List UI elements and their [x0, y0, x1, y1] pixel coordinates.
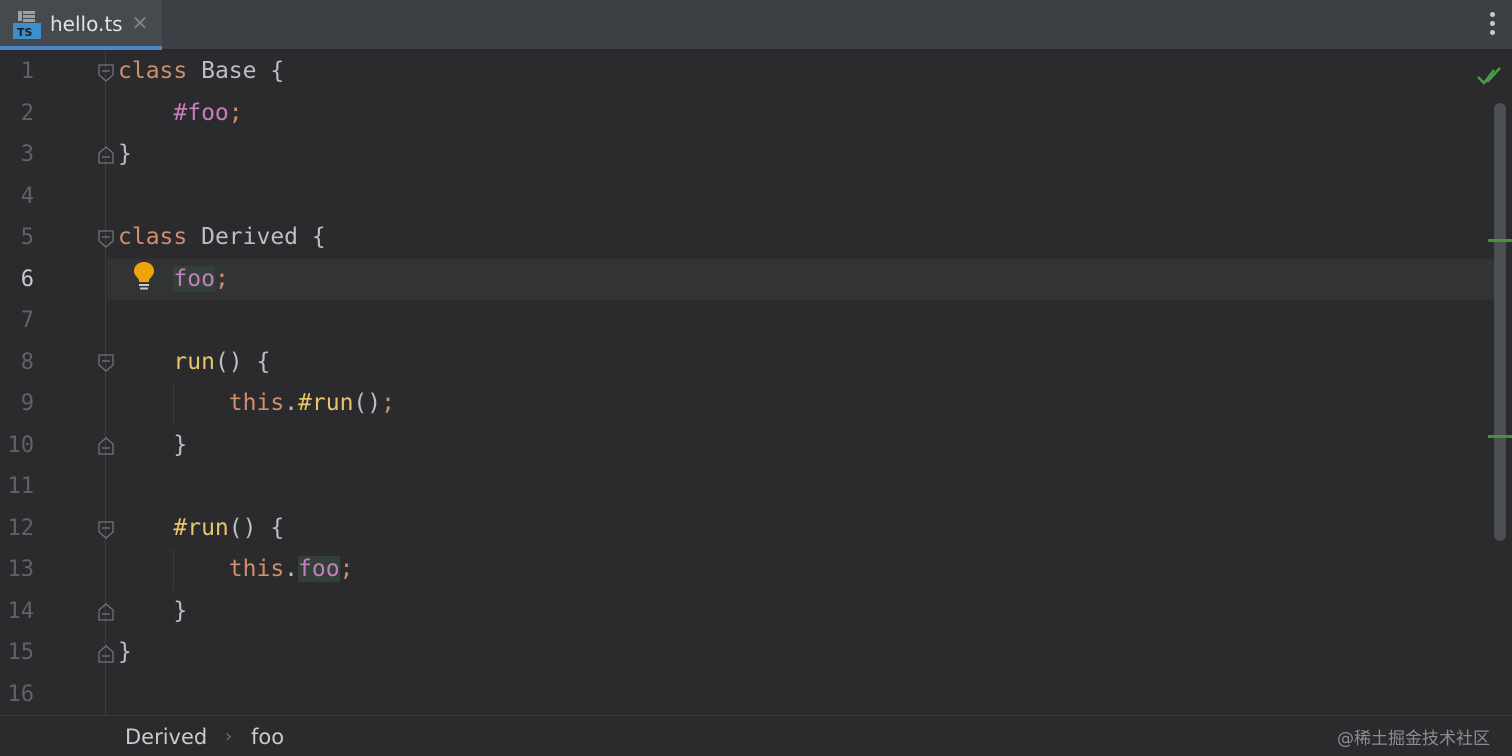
breadcrumb-item-derived[interactable]: Derived: [125, 723, 207, 751]
error-stripe-mark[interactable]: [1488, 435, 1512, 438]
line-number: 4: [20, 183, 34, 209]
code-line-2[interactable]: #foo;: [118, 93, 242, 134]
more-options-icon[interactable]: [1488, 12, 1496, 38]
ts-icon-text: TS: [17, 26, 33, 39]
line-number-active: 6: [20, 266, 34, 292]
code-line-15[interactable]: }: [118, 632, 132, 673]
breadcrumb-item-foo[interactable]: foo: [251, 723, 284, 751]
editor-tab-bar: TS hello.ts ✕: [0, 0, 1512, 50]
fold-open-icon[interactable]: [98, 230, 114, 248]
chevron-right-icon: ›: [225, 726, 233, 747]
code-line-12[interactable]: #run() {: [118, 508, 284, 549]
close-icon[interactable]: ✕: [130, 12, 150, 34]
fold-close-icon[interactable]: [98, 437, 114, 455]
check-icon[interactable]: [1476, 65, 1502, 87]
fold-open-icon[interactable]: [98, 64, 114, 82]
line-number: 12: [7, 515, 35, 541]
line-number: 2: [20, 100, 34, 126]
code-line-5[interactable]: class Derived {: [118, 217, 326, 258]
code-line-13[interactable]: this.foo;: [118, 549, 353, 590]
code-line-3[interactable]: }: [118, 134, 132, 175]
vertical-scrollbar[interactable]: [1494, 103, 1506, 541]
line-number: 9: [20, 391, 34, 416]
code-line-9[interactable]: this.#run();: [118, 383, 395, 424]
line-number: 8: [20, 349, 34, 375]
fold-close-icon[interactable]: [98, 645, 114, 663]
line-number: 16: [7, 681, 35, 707]
fold-close-icon[interactable]: [98, 146, 114, 164]
lightbulb-icon[interactable]: [131, 260, 157, 292]
current-line-highlight: [107, 259, 1495, 300]
fold-open-icon[interactable]: [98, 354, 114, 372]
typescript-file-icon: TS: [13, 11, 41, 39]
code-editor[interactable]: 1 2 3 4 5 6 7 8 9 10 11 12 13 14 15 16 c…: [0, 51, 1512, 715]
line-number: 13: [7, 557, 35, 582]
error-stripe-mark[interactable]: [1488, 239, 1512, 242]
line-number: 7: [20, 308, 34, 333]
fold-open-icon[interactable]: [98, 521, 114, 539]
breadcrumb: Derived › foo @稀土掘金技术社区: [0, 715, 1512, 756]
line-number: 1: [20, 59, 34, 84]
line-number: 5: [20, 225, 34, 250]
watermark: @稀土掘金技术社区: [1337, 729, 1490, 749]
code-line-8[interactable]: run() {: [118, 342, 270, 383]
line-number: 15: [7, 640, 35, 665]
code-line-14[interactable]: }: [118, 591, 187, 632]
tab-hello-ts[interactable]: TS hello.ts ✕: [0, 0, 162, 50]
fold-close-icon[interactable]: [98, 603, 114, 621]
tab-label: hello.ts: [50, 12, 123, 36]
ide-window: TS hello.ts ✕ 1 2 3 4 5 6 7 8 9 10 11 12…: [0, 0, 1512, 756]
code-line-10[interactable]: }: [118, 425, 187, 466]
line-number: 11: [7, 474, 35, 499]
line-number: 3: [20, 142, 34, 167]
line-number: 10: [7, 432, 35, 458]
line-number: 14: [7, 598, 35, 624]
code-line-1[interactable]: class Base {: [118, 51, 284, 92]
